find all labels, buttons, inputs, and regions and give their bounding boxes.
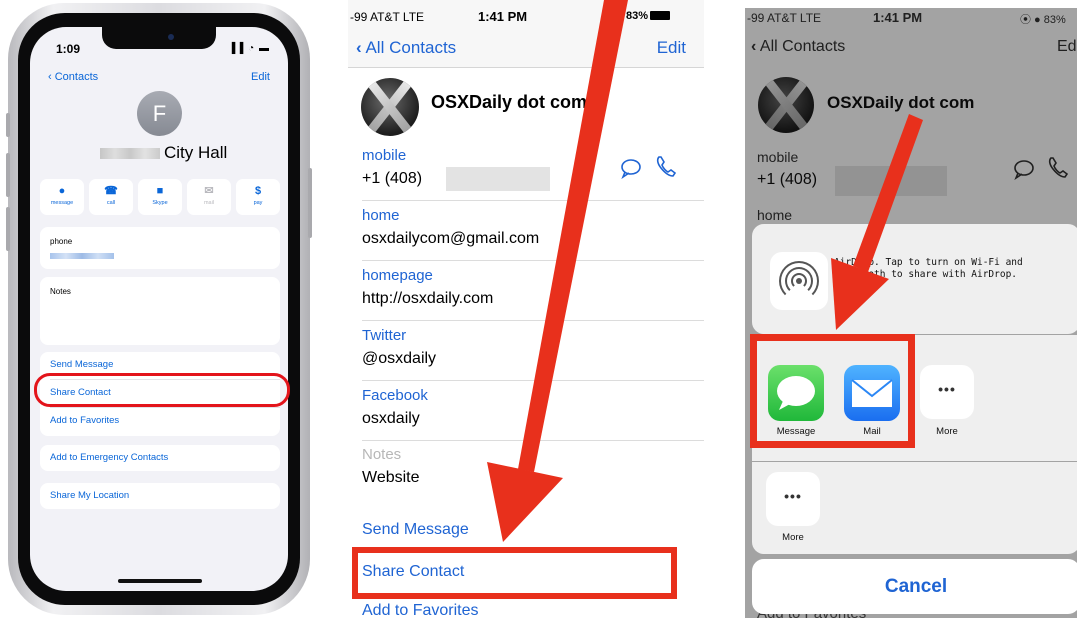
divider <box>362 320 704 321</box>
volume-down-button <box>6 207 10 251</box>
divider <box>362 260 704 261</box>
more-apps-icon[interactable]: ••• <box>920 365 974 419</box>
status-time: 1:41 PM <box>478 9 528 24</box>
call-action-button[interactable]: ☎ call <box>89 179 133 215</box>
pay-action-button[interactable]: $ pay <box>236 179 280 215</box>
name-redaction-blur <box>100 148 160 159</box>
phone-icon: ☎ <box>104 185 118 197</box>
notes-value[interactable]: Website <box>362 469 420 487</box>
mobile-label: mobile <box>362 147 407 164</box>
battery-icon <box>650 11 671 20</box>
speech-bubble-icon: ● <box>58 185 66 197</box>
osx-x-logo-avatar <box>361 78 419 136</box>
share-location-link[interactable]: Share My Location <box>50 490 129 501</box>
message-action-button[interactable]: ● message <box>40 179 84 215</box>
airdrop-icon[interactable] <box>770 252 828 310</box>
phone-field-card[interactable]: phone <box>40 227 280 269</box>
phone-screen: 1:09 ▐▐ ◔ ▬ ‹ Contacts Edit F City Hall … <box>30 27 288 591</box>
quick-actions: ● message ☎ call ■ Skype ✉ mail $ pay <box>40 179 280 215</box>
notes-label: Notes <box>50 287 71 296</box>
phone-number-redaction <box>50 253 114 259</box>
status-time: 1:09 <box>56 42 81 56</box>
facebook-label: Facebook <box>362 387 428 404</box>
side-button <box>308 168 312 238</box>
contact-name: OSXDaily dot com <box>431 92 588 112</box>
back-button[interactable]: ‹ Contacts <box>48 71 98 83</box>
phone-number-redaction <box>446 167 550 191</box>
back-button[interactable]: ‹ All Contacts <box>356 38 456 58</box>
divider <box>50 407 280 408</box>
divider <box>362 440 704 441</box>
add-to-favorites-button[interactable]: Add to Favorites <box>362 602 479 618</box>
edit-button[interactable]: Edit <box>251 71 270 83</box>
status-bar: -99 AT&T LTE 1:41 PM 83% <box>348 0 704 34</box>
cancel-button[interactable]: Cancel <box>752 559 1077 614</box>
dollar-icon: $ <box>254 185 262 197</box>
edit-button[interactable]: Edit <box>657 38 686 58</box>
airdrop-section: AirDrop. Tap to turn on Wi-Fi and Blueto… <box>752 224 1077 334</box>
notes-card[interactable]: Notes <box>40 277 280 345</box>
front-camera <box>168 34 174 40</box>
share-actions-row: ••• More <box>752 462 1077 554</box>
emergency-card: Add to Emergency Contacts <box>40 445 280 471</box>
video-camera-icon: ■ <box>156 185 164 197</box>
facebook-value[interactable]: osxdaily <box>362 410 420 428</box>
location-card: Share My Location <box>40 483 280 509</box>
notes-label: Notes <box>362 446 402 463</box>
mail-action-button[interactable]: ✉ mail <box>187 179 231 215</box>
share-sheet-screenshot: -99 AT&T LTE 1:41 PM ⦿ ● 83% ‹ All Conta… <box>745 8 1077 618</box>
message-mail-highlight-box <box>750 334 915 448</box>
contact-name: City Hall <box>164 143 228 162</box>
message-bubble-icon[interactable] <box>620 157 642 179</box>
mute-switch <box>6 113 10 137</box>
action-label: call <box>106 200 116 206</box>
contact-detail-screenshot: -99 AT&T LTE 1:41 PM 83% ‹ All Contacts … <box>348 0 704 618</box>
action-label: pay <box>253 200 263 206</box>
action-label: message <box>50 200 74 206</box>
action-label: mail <box>203 200 215 206</box>
homepage-label: homepage <box>362 267 433 284</box>
status-icons: ▐▐ ◔ ▬ <box>228 43 270 54</box>
home-email-value[interactable]: osxdailycom@gmail.com <box>362 230 539 248</box>
nav-bar: ‹ All Contacts Edit <box>348 34 704 68</box>
iphone-frame: 1:09 ▐▐ ◔ ▬ ‹ Contacts Edit F City Hall … <box>6 3 312 615</box>
volume-up-button <box>6 153 10 197</box>
video-action-button[interactable]: ■ Skype <box>138 179 182 215</box>
phone-icon[interactable] <box>655 155 677 179</box>
notch <box>102 27 216 49</box>
mobile-value[interactable]: +1 (408) <box>362 170 422 188</box>
share-contact-highlight <box>34 373 290 407</box>
more-apps-label: More <box>936 426 958 437</box>
send-message-button[interactable]: Send Message <box>362 521 469 539</box>
envelope-icon: ✉ <box>204 185 214 197</box>
phone-label: phone <box>50 237 73 246</box>
add-to-favorites-link[interactable]: Add to Favorites <box>50 415 119 426</box>
battery-indicator: 83% <box>626 10 671 22</box>
carrier-label: -99 AT&T LTE <box>350 10 425 24</box>
share-contact-highlight-box <box>352 547 677 599</box>
back-label: All Contacts <box>365 38 457 57</box>
tutorial-canvas: 1:09 ▐▐ ◔ ▬ ‹ Contacts Edit F City Hall … <box>0 0 1077 618</box>
homepage-value[interactable]: http://osxdaily.com <box>362 290 493 308</box>
home-indicator[interactable] <box>118 579 202 583</box>
action-label: Skype <box>152 200 168 206</box>
twitter-value[interactable]: @osxdaily <box>362 350 436 368</box>
more-actions-icon[interactable]: ••• <box>766 472 820 526</box>
battery-percent: 83% <box>626 10 649 22</box>
airdrop-description: AirDrop. Tap to turn on Wi-Fi and Blueto… <box>834 257 1023 280</box>
more-actions-label: More <box>782 532 804 543</box>
send-message-link[interactable]: Send Message <box>50 359 113 370</box>
divider <box>362 380 704 381</box>
twitter-label: Twitter <box>362 327 407 344</box>
home-email-label: home <box>362 207 400 224</box>
back-label: Contacts <box>54 71 99 83</box>
avatar: F <box>137 91 182 136</box>
add-emergency-contacts-link[interactable]: Add to Emergency Contacts <box>50 452 168 463</box>
divider <box>362 200 704 201</box>
